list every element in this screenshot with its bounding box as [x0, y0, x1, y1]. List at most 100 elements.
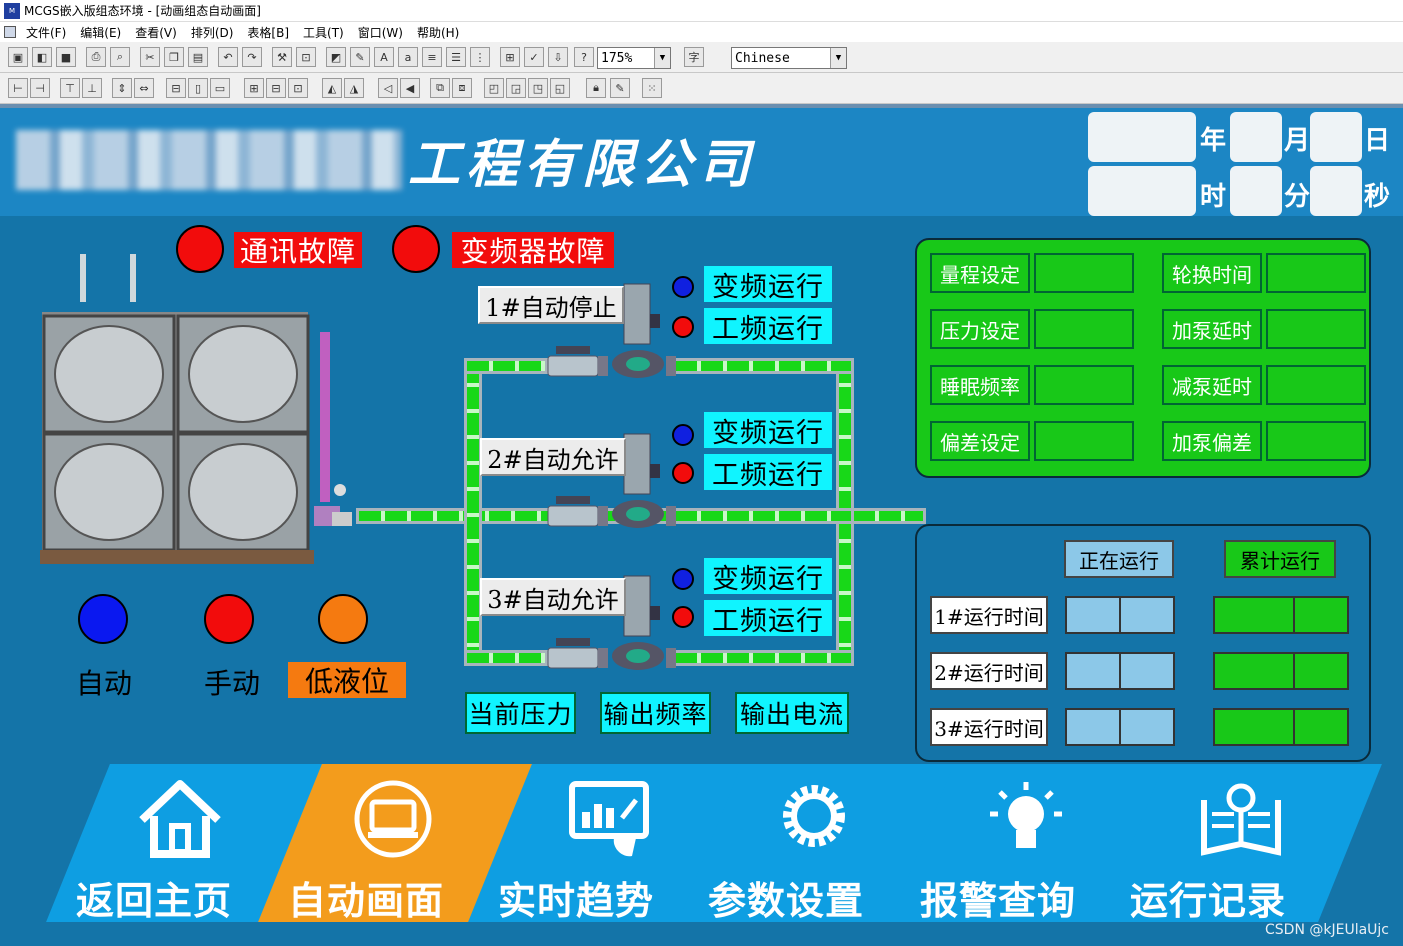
year-field — [1088, 112, 1196, 162]
nav-params-label: 参数设置 — [707, 879, 864, 923]
menu-view[interactable]: 查看(V) — [135, 24, 177, 41]
hour-label: 时 — [1200, 182, 1227, 212]
print-icon[interactable]: ⎙ — [86, 47, 106, 67]
font-color-icon[interactable]: A — [374, 47, 394, 67]
rotate-right-icon[interactable]: ◀ — [400, 78, 420, 98]
cut-icon[interactable]: ✂ — [140, 47, 160, 67]
group-icon[interactable]: ⧉ — [430, 78, 450, 98]
pump3-runtime-label: 3#运行时间 — [930, 708, 1048, 746]
align-right-icon[interactable]: ⊣ — [30, 78, 50, 98]
nav-trend-label: 实时趋势 — [497, 879, 654, 923]
rotate-left-icon[interactable]: ◁ — [378, 78, 398, 98]
pump2-out-pipe — [672, 508, 854, 524]
space-h-icon[interactable]: ⊞ — [244, 78, 264, 98]
pen-icon[interactable]: ✎ — [610, 78, 630, 98]
toolbar-arrange: ⊢ ⊣ ⊤ ⊥ ⇕ ⇔ ⊟ ▯ ▭ ⊞ ⊟ ⊡ ◭ ◮ ◁ ◀ ⧉ ⧈ ◰ ◲ … — [0, 74, 1403, 104]
send-back-icon[interactable]: ◲ — [506, 78, 526, 98]
pump3-mode-button[interactable]: 3#自动允许 — [480, 578, 626, 616]
fill-icon[interactable]: ◩ — [326, 47, 346, 67]
redo-icon[interactable]: ↷ — [242, 47, 262, 67]
water-tank — [40, 254, 352, 564]
pump2-mode-button[interactable]: 2#自动允许 — [480, 438, 626, 476]
reduce-pump-delay-input[interactable] — [1266, 365, 1366, 405]
menu-file[interactable]: 文件(F) — [26, 24, 66, 41]
low-level-lamp — [318, 594, 368, 644]
grid-dots-icon[interactable]: ⁙ — [642, 78, 662, 98]
menu-arrange[interactable]: 排列(D) — [191, 24, 234, 41]
equal-width-icon[interactable]: ⊟ — [166, 78, 186, 98]
open-icon[interactable]: ◧ — [32, 47, 52, 67]
pump2-total-minutes — [1293, 652, 1349, 690]
align-top-icon[interactable]: ⊤ — [60, 78, 80, 98]
line-color-icon[interactable]: ✎ — [350, 47, 370, 67]
line-style-icon[interactable]: ≡ — [422, 47, 442, 67]
backward-icon[interactable]: ◱ — [550, 78, 570, 98]
download-icon[interactable]: ⇩ — [548, 47, 568, 67]
copy-icon[interactable]: ❐ — [164, 47, 184, 67]
check-icon[interactable]: ✓ — [524, 47, 544, 67]
menu-tools[interactable]: 工具(T) — [303, 24, 344, 41]
align-bottom-icon[interactable]: ⊥ — [82, 78, 102, 98]
pump3-vf-label: 变频运行 — [704, 558, 832, 595]
menu-bar: 文件(F) 编辑(E) 查看(V) 排列(D) 表格[B] 工具(T) 窗口(W… — [0, 22, 1403, 42]
window-props-icon[interactable]: ⊡ — [296, 47, 316, 67]
font-icon[interactable]: a — [398, 47, 418, 67]
window-title: MCGS嵌入版组态环境 - [动画组态自动画面] — [24, 4, 261, 18]
ungroup-icon[interactable]: ⧈ — [452, 78, 472, 98]
save-icon[interactable]: ■ — [56, 47, 76, 67]
pump2-runtime-label: 2#运行时间 — [930, 652, 1048, 690]
current-readout: 输出电流 — [735, 692, 849, 734]
center-page-icon[interactable]: ⊡ — [288, 78, 308, 98]
center-v-icon[interactable]: ⇕ — [112, 78, 132, 98]
add-pump-delay-input[interactable] — [1266, 309, 1366, 349]
help-pointer-icon[interactable]: ? — [574, 47, 594, 67]
undo-icon[interactable]: ↶ — [218, 47, 238, 67]
month-field — [1230, 112, 1282, 162]
bring-front-icon[interactable]: ◰ — [484, 78, 504, 98]
zoom-select[interactable]: 175% ▼ — [597, 47, 671, 69]
mcgs-logo-icon: M — [4, 2, 20, 19]
rotation-time-input[interactable] — [1266, 253, 1366, 293]
zoom-value: 175% — [601, 50, 633, 66]
chevron-down-icon[interactable]: ▼ — [654, 48, 670, 68]
pump3-in-pipe — [464, 650, 548, 666]
language-select[interactable]: Chinese ▼ — [731, 47, 847, 69]
pump1-mode-button[interactable]: 1#自动停止 — [478, 286, 624, 324]
nav-records-label: 运行记录 — [1129, 879, 1286, 923]
range-setting-input[interactable] — [1034, 253, 1134, 293]
menu-help[interactable]: 帮助(H) — [417, 24, 459, 41]
lock-icon[interactable]: 🔒︎ — [586, 78, 606, 98]
tools-icon[interactable]: ⚒ — [272, 47, 292, 67]
paste-icon[interactable]: ▤ — [188, 47, 208, 67]
menu-table[interactable]: 表格[B] — [247, 24, 289, 41]
low-level-label: 低液位 — [288, 662, 406, 698]
add-pump-deviation-input[interactable] — [1266, 421, 1366, 461]
watermark-text: CSDN @kJEUlaUjc — [1265, 922, 1389, 938]
equal-size-icon[interactable]: ▭ — [210, 78, 230, 98]
equal-height-icon[interactable]: ▯ — [188, 78, 208, 98]
space-v-icon[interactable]: ⊟ — [266, 78, 286, 98]
pump3-out-pipe — [672, 650, 854, 666]
deviation-setting-input[interactable] — [1034, 421, 1134, 461]
reduce-pump-delay-label: 减泵延时 — [1162, 365, 1262, 405]
gear-icon — [783, 785, 845, 847]
align-left-icon[interactable]: ⊢ — [8, 78, 28, 98]
flip-v-icon[interactable]: ◮ — [344, 78, 364, 98]
language-icon[interactable]: 字 — [684, 47, 704, 67]
pump2-total-hours — [1213, 652, 1295, 690]
grid-icon[interactable]: ⋮ — [470, 47, 490, 67]
manual-lamp — [204, 594, 254, 644]
menu-edit[interactable]: 编辑(E) — [80, 24, 121, 41]
new-window-icon[interactable]: ▣ — [8, 47, 28, 67]
data-object-icon[interactable]: ⊞ — [500, 47, 520, 67]
forward-icon[interactable]: ◳ — [528, 78, 548, 98]
menu-window[interactable]: 窗口(W) — [358, 24, 403, 41]
center-h-icon[interactable]: ⇔ — [134, 78, 154, 98]
line-type-icon[interactable]: ☰ — [446, 47, 466, 67]
document-icon[interactable] — [4, 26, 16, 38]
pressure-setting-input[interactable] — [1034, 309, 1134, 349]
chevron-down-icon[interactable]: ▼ — [830, 48, 846, 68]
flip-h-icon[interactable]: ◭ — [322, 78, 342, 98]
print-preview-icon[interactable]: ⌕ — [110, 47, 130, 67]
sleep-frequency-input[interactable] — [1034, 365, 1134, 405]
